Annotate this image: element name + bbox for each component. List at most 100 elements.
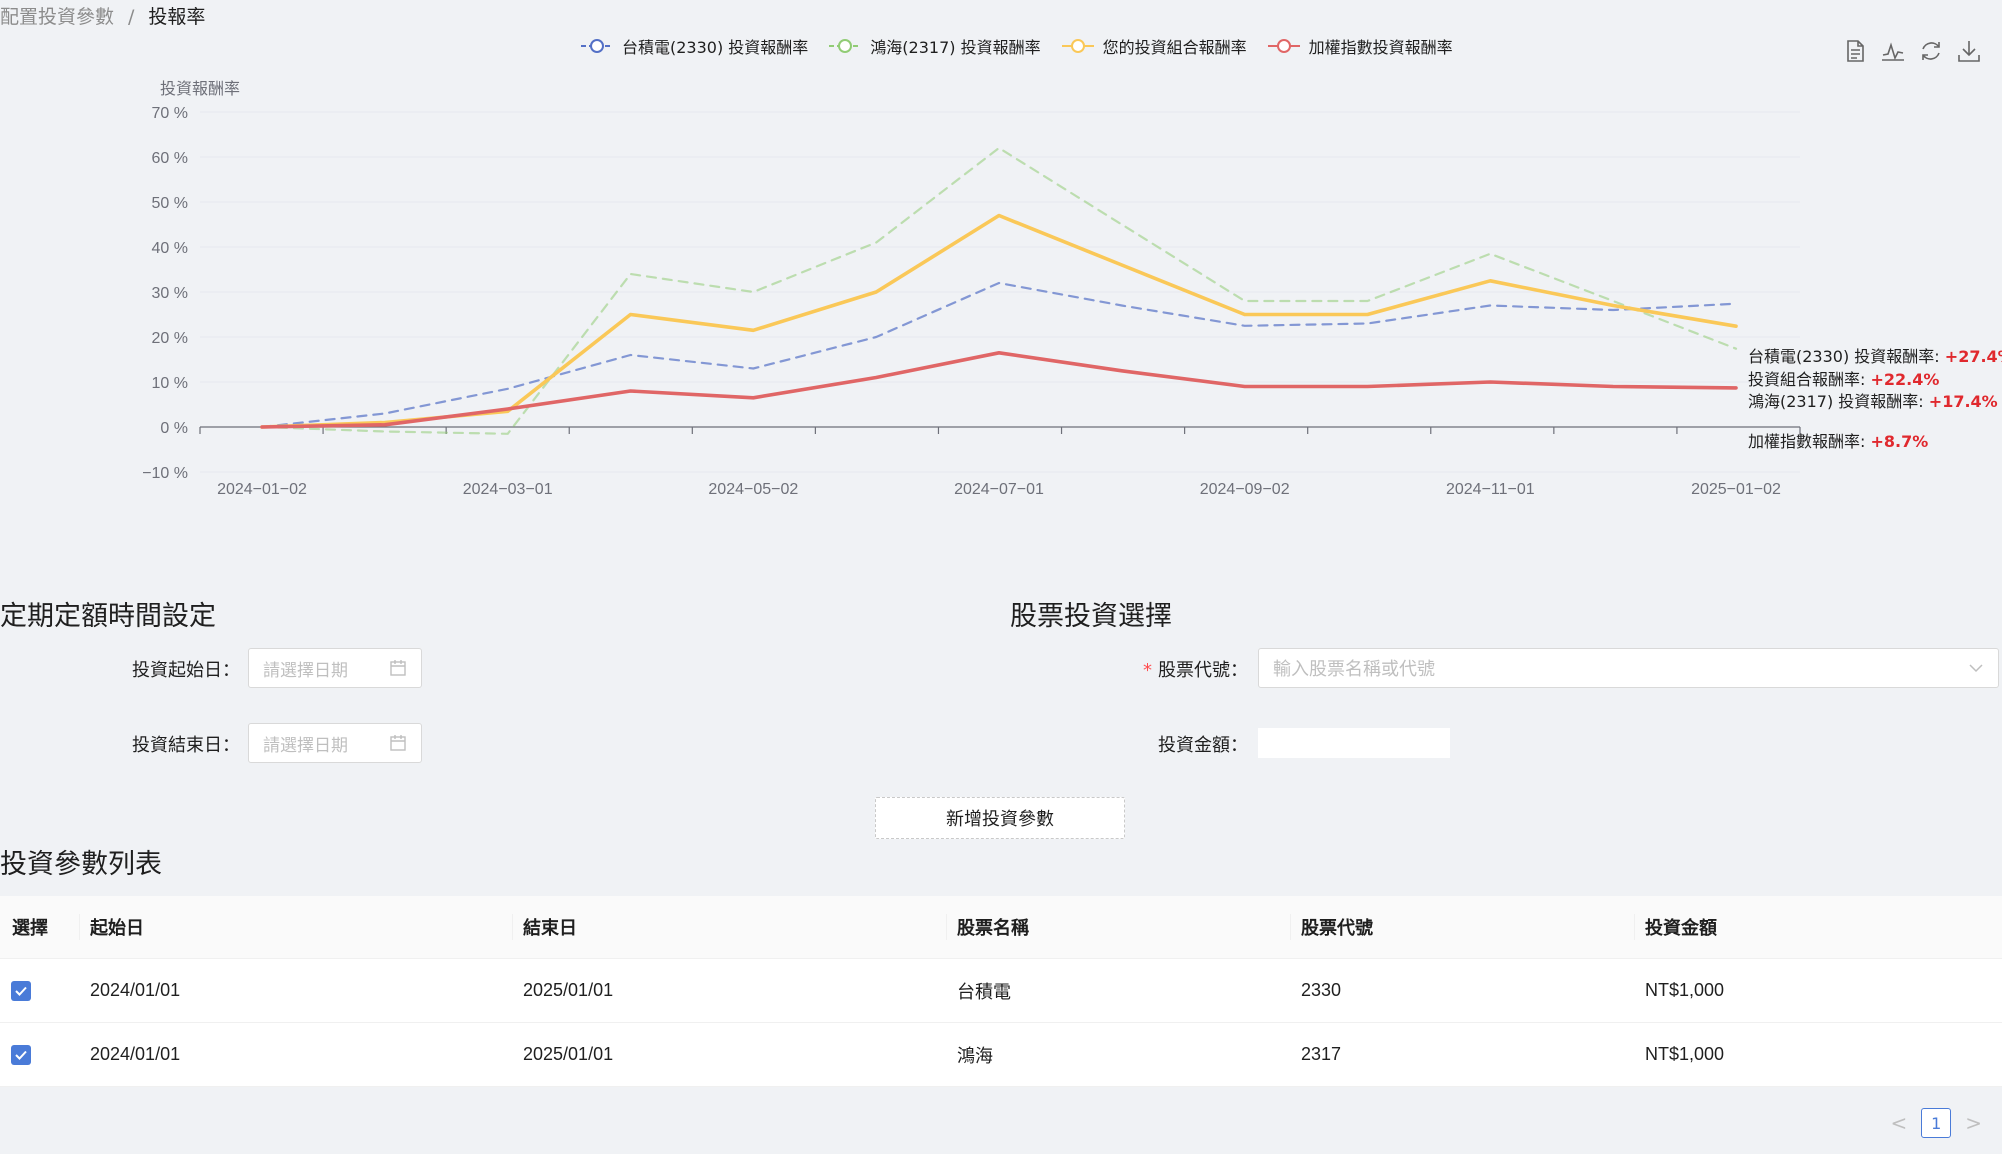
row-start-date: 2024/01/01 [90,1044,181,1064]
chevron-down-icon [1969,664,1983,673]
stock-code-select[interactable]: 輸入股票名稱或代號 [1258,648,1999,688]
end-label-value: +27.4% [1945,347,2002,366]
y-axis-label: 投資報酬率 [160,79,240,98]
chart-legend: 台積電(2330) 投資報酬率 鴻海(2317) 投資報酬率 您的投資組合報酬率 加權… [580,34,1453,58]
y-tick-label: 10 % [152,375,188,392]
row-end-date: 2025/01/01 [523,980,614,1000]
table-row[interactable]: 2024/01/01 2025/01/01 鴻海 2317 NT$1,000 [0,1023,2002,1087]
check-icon [15,1050,27,1060]
col-header-select: 選擇 [12,918,48,939]
col-header-name: 股票名稱 [957,918,1029,939]
y-tick-label: −10 % [142,465,188,482]
return-rate-chart: 投資報酬率 70 % 60 % 50 % 40 % 30 % 20 % 10 % 0 % −10 … [142,79,2002,498]
x-tick-label: 2024−05−02 [708,481,798,498]
legend-label: 您的投資組合報酬率 [1102,38,1247,57]
end-label-value: +8.7% [1870,432,1928,451]
row-stock-code: 2330 [1301,980,1342,1000]
breadcrumb: 配置投資參數 / 投報率 [0,2,205,29]
list-section-title: 投資參數列表 [0,849,162,880]
row-checkbox[interactable] [11,1044,31,1065]
end-date-picker[interactable]: 請選擇日期 [248,723,422,763]
legend-item[interactable]: 您的投資組合報酬率 [1061,34,1247,58]
end-label-text: 投資組合報酬率: [1748,370,1870,389]
series-line [260,350,1738,429]
required-mark: * [1143,660,1152,681]
y-tick-label: 30 % [152,285,188,302]
legend-item[interactable]: 台積電(2330) 投資報酬率 [580,34,808,58]
y-tick-label: 0 % [160,420,188,437]
series-end-label: 加權指數報酬率: +8.7% [1748,432,1928,451]
col-header-amount: 投資金額 [1645,918,1717,939]
end-label-text: 加權指數報酬率: [1748,432,1870,451]
series-end-label: 鴻海(2317) 投資報酬率: +17.4% [1748,392,1998,411]
end-date-label: 投資結束日： [132,735,240,756]
column-divider [512,914,513,940]
y-tick-label: 40 % [152,240,188,257]
row-checkbox[interactable] [11,980,31,1001]
legend-swatch [1061,39,1094,53]
end-date-placeholder: 請選擇日期 [263,735,348,756]
schedule-section-title: 定期定額時間設定 [0,601,216,632]
amount-label: 投資金額： [1158,735,1248,756]
amount-input[interactable] [1258,728,1450,758]
end-label-value: +22.4% [1870,370,1939,389]
row-amount: NT$1,000 [1645,980,1725,1000]
series-end-label: 投資組合報酬率: +22.4% [1748,370,1939,389]
y-tick-label: 70 % [152,105,188,122]
x-tick-label: 2024−09−02 [1200,481,1290,498]
prev-page-button[interactable]: < [1890,1111,1907,1135]
x-tick-label: 2024−07−01 [954,481,1044,498]
page-1-button[interactable]: 1 [1921,1108,1952,1138]
col-header-start: 起始日 [90,918,144,939]
start-date-label: 投資起始日： [132,660,240,681]
legend-swatch [1267,39,1300,53]
column-divider [1290,914,1291,940]
stock-code-label: * 股票代號： [1100,656,1248,682]
row-amount: NT$1,000 [1645,1044,1725,1064]
y-tick-label: 60 % [152,150,188,167]
x-tick-label: 2024−01−02 [217,481,307,498]
start-date-placeholder: 請選擇日期 [263,660,348,681]
x-tick-label: 2025−01−02 [1691,481,1781,498]
row-end-date: 2025/01/01 [523,1044,614,1064]
end-label-text: 鴻海(2317) 投資報酬率: [1748,392,1929,411]
series-line [260,146,1738,435]
breadcrumb-parent[interactable]: 配置投資參數 [0,6,114,28]
legend-label: 台積電(2330) 投資報酬率 [622,38,809,57]
column-divider [79,914,80,940]
x-tick-label: 2024−03−01 [463,481,553,498]
stock-code-placeholder: 輸入股票名稱或代號 [1273,659,1435,680]
col-header-end: 結束日 [523,918,577,939]
column-divider [1634,914,1635,940]
y-tick-label: 20 % [152,330,188,347]
row-stock-name: 台積電 [957,981,1011,1002]
add-investment-button[interactable]: 新增投資參數 [875,797,1125,839]
pagination: < 1 > [1890,1108,1982,1138]
y-tick-label: 50 % [152,195,188,212]
legend-swatch [581,39,613,53]
series-line [260,281,1738,429]
breadcrumb-separator: / [128,6,135,28]
next-page-button[interactable]: > [1965,1111,1982,1135]
col-header-code: 股票代號 [1301,918,1373,939]
legend-label: 鴻海(2317) 投資報酬率 [870,38,1041,57]
check-icon [15,986,27,996]
stock-code-label-text: 股票代號： [1158,660,1248,681]
end-label-text: 台積電(2330) 投資報酬率: [1748,347,1945,366]
x-tick-label: 2024−11−01 [1446,481,1535,498]
start-date-picker[interactable]: 請選擇日期 [248,648,422,688]
row-stock-code: 2317 [1301,1044,1342,1064]
table-header: 選擇 起始日 結束日 股票名稱 股票代號 投資金額 [0,896,2002,959]
calendar-icon [390,735,406,751]
breadcrumb-current: 投報率 [148,6,206,28]
column-divider [946,914,947,940]
investment-table: 選擇 起始日 結束日 股票名稱 股票代號 投資金額 2024/01/01 202… [0,896,2002,1087]
legend-swatch [829,39,862,53]
series-end-label: 台積電(2330) 投資報酬率: +27.4% [1748,347,2002,366]
row-stock-name: 鴻海 [957,1045,993,1066]
legend-item[interactable]: 加權指數投資報酬率 [1267,34,1453,58]
legend-label: 加權指數投資報酬率 [1308,38,1453,57]
table-row[interactable]: 2024/01/01 2025/01/01 台積電 2330 NT$1,000 [0,959,2002,1023]
legend-item[interactable]: 鴻海(2317) 投資報酬率 [828,34,1041,58]
row-start-date: 2024/01/01 [90,980,181,1000]
